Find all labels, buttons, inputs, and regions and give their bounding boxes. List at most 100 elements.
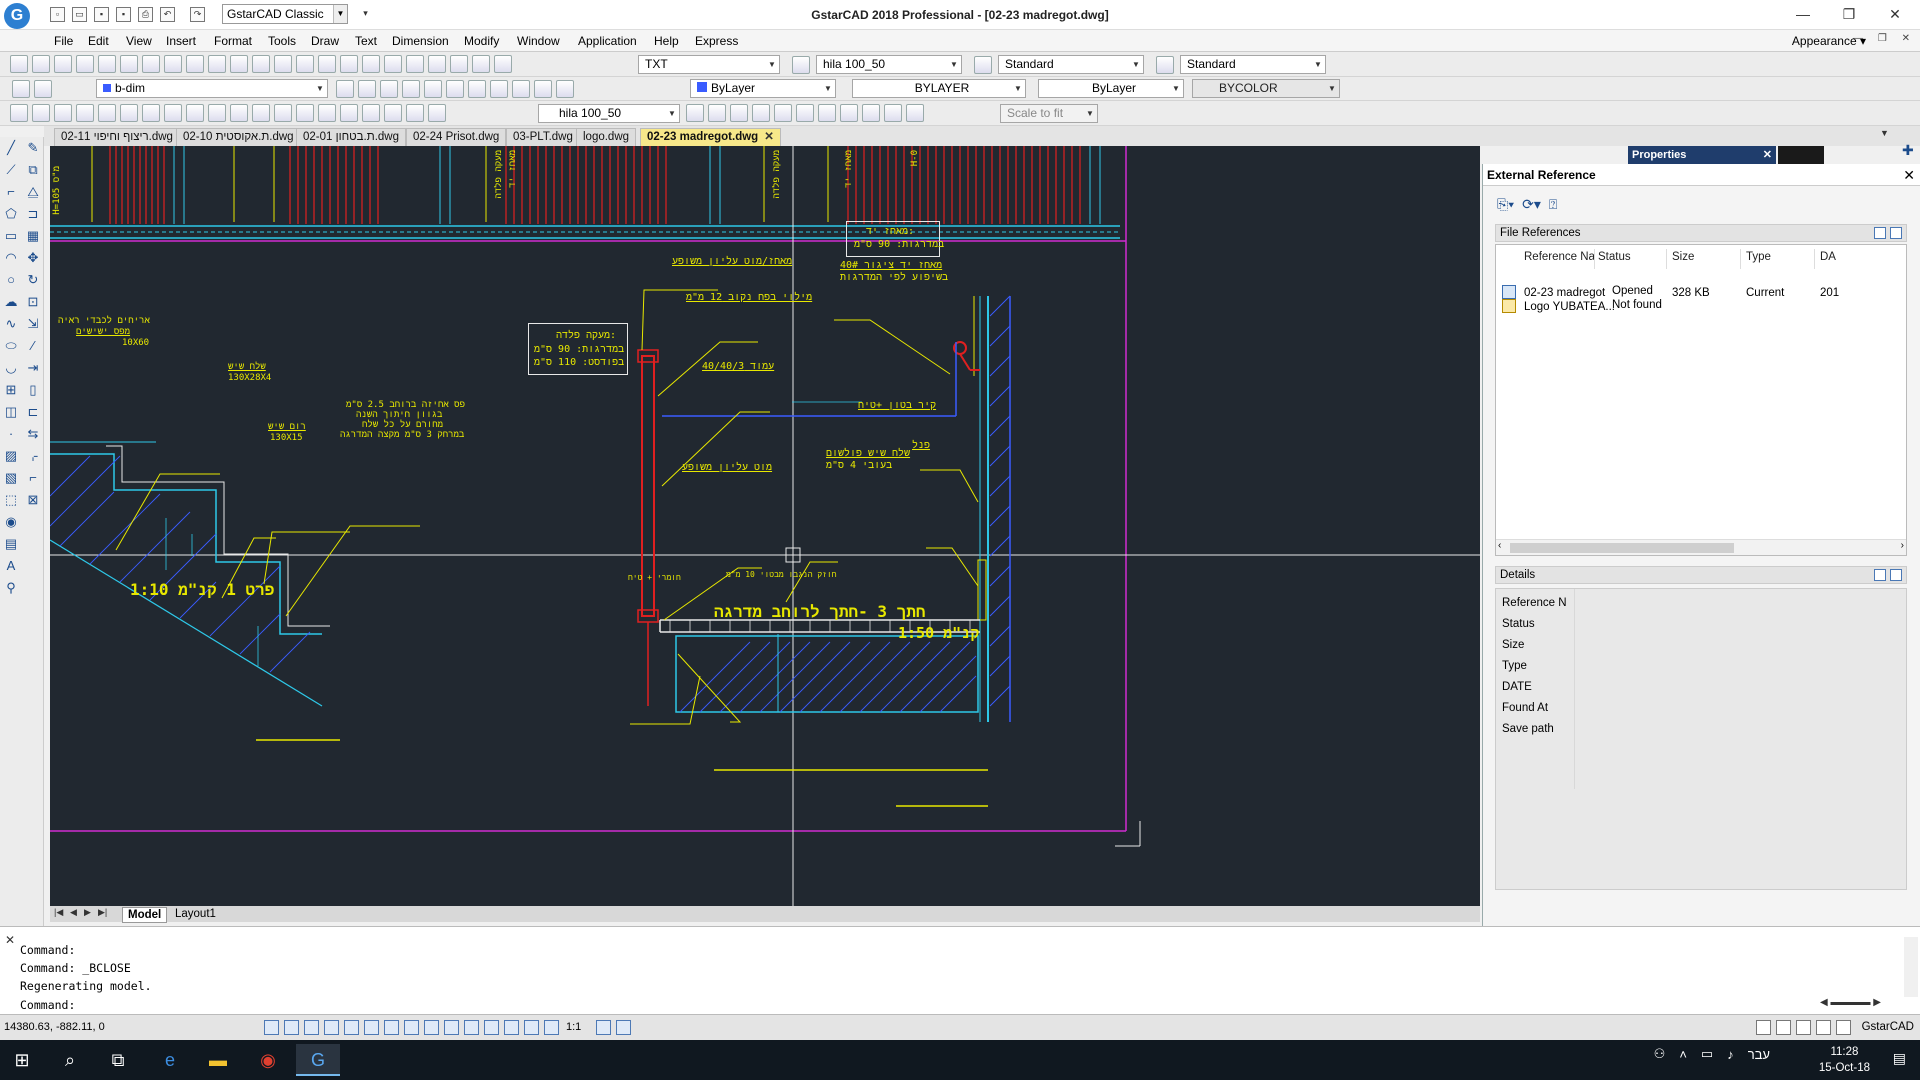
osnap-icon[interactable]	[344, 1020, 359, 1035]
system-clock[interactable]: 11:28 15-Oct-18	[1819, 1044, 1870, 1076]
dim-ordinate-icon[interactable]	[76, 104, 94, 122]
selection-cycle-icon[interactable]	[464, 1020, 479, 1035]
menu-dimension[interactable]: Dimension	[392, 34, 449, 48]
file-explorer-icon[interactable]: ▬	[196, 1044, 240, 1076]
command-vertical-scrollbar[interactable]	[1904, 937, 1918, 997]
dim-baseline-icon[interactable]	[208, 104, 226, 122]
single-viewport-icon[interactable]	[730, 104, 748, 122]
snap-icon[interactable]	[264, 1020, 279, 1035]
stretch-icon[interactable]: ⇲	[24, 315, 42, 333]
scroll-left-icon[interactable]: ‹	[1498, 540, 1501, 551]
table-style-select[interactable]: Standard ▼	[998, 55, 1144, 74]
file-tab[interactable]: 02-24 Prisot.dwg	[406, 128, 507, 146]
break-icon[interactable]: ▯	[24, 381, 42, 399]
join-icon[interactable]: ⊏	[24, 403, 42, 421]
file-tab[interactable]: 02-11 ריצוף וחיפוי.dwg	[54, 128, 180, 146]
task-view-icon[interactable]: ⧉	[96, 1044, 140, 1076]
polyline-icon[interactable]: ⌐	[2, 183, 20, 201]
menu-express[interactable]: Express	[695, 34, 738, 48]
dim-style-manager-icon[interactable]	[686, 104, 704, 122]
close-icon[interactable]: ✕	[1763, 146, 1772, 164]
horizontal-scrollbar[interactable]: ‹ ›	[1496, 539, 1906, 555]
column-header[interactable]: Type	[1746, 251, 1771, 263]
workspace-select[interactable]: GstarCAD Classic ▼	[222, 4, 348, 24]
menu-application[interactable]: Application	[578, 34, 637, 48]
linetype-select[interactable]: BYLAYER ▼	[852, 79, 1026, 98]
dim-edit-icon[interactable]	[384, 104, 402, 122]
gstarcad-logo-icon[interactable]: G	[4, 3, 30, 29]
properties-icon[interactable]	[384, 55, 402, 73]
preview-view-icon[interactable]	[1890, 569, 1902, 581]
insert-block-icon[interactable]: ⊞	[2, 381, 20, 399]
dim-radius-icon[interactable]	[98, 104, 116, 122]
menu-format[interactable]: Format	[214, 34, 252, 48]
model-space-icon[interactable]	[504, 1020, 519, 1035]
properties-tab[interactable]: Properties ✕	[1628, 146, 1776, 164]
page-setup-icon[interactable]	[884, 104, 902, 122]
paste-icon[interactable]	[186, 55, 204, 73]
color-select[interactable]: ByLayer ▼	[690, 79, 836, 98]
new-icon[interactable]	[10, 55, 28, 73]
hatch-icon[interactable]: ▨	[2, 447, 20, 465]
dim-break-icon[interactable]	[274, 104, 292, 122]
spline-icon[interactable]: ∿	[2, 315, 20, 333]
file-tab[interactable]: logo.dwg	[576, 128, 637, 146]
zoom-window-icon[interactable]	[340, 55, 358, 73]
gradient-icon[interactable]: ▧	[2, 469, 20, 487]
wipeout-icon[interactable]: ◉	[2, 513, 20, 531]
arc-icon[interactable]: ◠	[2, 249, 20, 267]
layer-match-icon[interactable]	[358, 80, 376, 98]
polygon-icon[interactable]: ⬠	[2, 205, 20, 223]
dim-style-icon[interactable]	[792, 56, 810, 74]
undo-icon[interactable]: ↶	[160, 7, 175, 22]
tolerance-icon[interactable]	[296, 104, 314, 122]
ref-name[interactable]: Logo YUBATEA...	[1524, 301, 1615, 313]
lock-icon[interactable]	[1776, 1020, 1791, 1035]
close-icon[interactable]: ✕	[1903, 164, 1915, 186]
dyn-icon[interactable]	[404, 1020, 419, 1035]
ortho-icon[interactable]	[304, 1020, 319, 1035]
layer-manager-icon[interactable]	[12, 80, 30, 98]
polar-icon[interactable]	[324, 1020, 339, 1035]
edge-browser-icon[interactable]: e	[148, 1044, 192, 1076]
display-viewports-icon[interactable]	[708, 104, 726, 122]
explode-icon[interactable]: ⊠	[24, 491, 42, 509]
coordinate-readout[interactable]: 14380.63, -882.11, 0	[4, 1021, 105, 1033]
annotation-scale-icon[interactable]	[544, 1020, 559, 1035]
print-icon[interactable]: ⎙	[138, 7, 153, 22]
document-window-controls[interactable]: — ❐ ✕	[1853, 33, 1916, 44]
table-icon[interactable]: ▤	[2, 535, 20, 553]
save-icon[interactable]: ▪	[94, 7, 109, 22]
redo-icon[interactable]: ↷	[190, 7, 205, 22]
rectangle-icon[interactable]: ▭	[2, 227, 20, 245]
minimize-button[interactable]: —	[1780, 0, 1826, 30]
notification-icon[interactable]: ▤	[1893, 1050, 1906, 1067]
lineweight-select[interactable]: ByLayer ▼	[1038, 79, 1184, 98]
dim-update-icon[interactable]	[428, 104, 446, 122]
tab-model[interactable]: Model	[122, 907, 168, 923]
ellipse-icon[interactable]: ⬭	[2, 337, 20, 355]
offset-icon[interactable]: ⊐	[24, 205, 42, 223]
network-icon[interactable]: ▭	[1701, 1046, 1713, 1062]
menu-tools[interactable]: Tools	[268, 34, 296, 48]
layer-select[interactable]: b-dim ▼	[96, 79, 328, 98]
rotate-icon[interactable]: ↻	[24, 271, 42, 289]
line-icon[interactable]: ╱	[2, 139, 20, 157]
windows-start-icon[interactable]: ⊞	[0, 1044, 44, 1076]
fillet-icon[interactable]: ⌌	[24, 447, 42, 465]
help-icon[interactable]: ⍰	[1549, 196, 1557, 213]
blend-icon[interactable]: ⌐	[24, 469, 42, 487]
dim-jogged-icon[interactable]	[120, 104, 138, 122]
annotation-scale-value[interactable]: 1:1	[566, 1021, 581, 1033]
attach-dwg-icon[interactable]: ⎘▾	[1497, 196, 1514, 213]
hardware-accel-icon[interactable]	[1796, 1020, 1811, 1035]
layout-icon[interactable]	[862, 104, 880, 122]
xline-icon[interactable]: ⟋	[2, 161, 20, 179]
dim-diameter-icon[interactable]	[142, 104, 160, 122]
viewport-maximize-icon[interactable]	[818, 104, 836, 122]
help-icon[interactable]	[472, 55, 490, 73]
region-icon[interactable]: ⬚	[2, 491, 20, 509]
design-center-icon[interactable]	[406, 55, 424, 73]
ducs-icon[interactable]	[384, 1020, 399, 1035]
erase-icon[interactable]: ✎	[24, 139, 42, 157]
